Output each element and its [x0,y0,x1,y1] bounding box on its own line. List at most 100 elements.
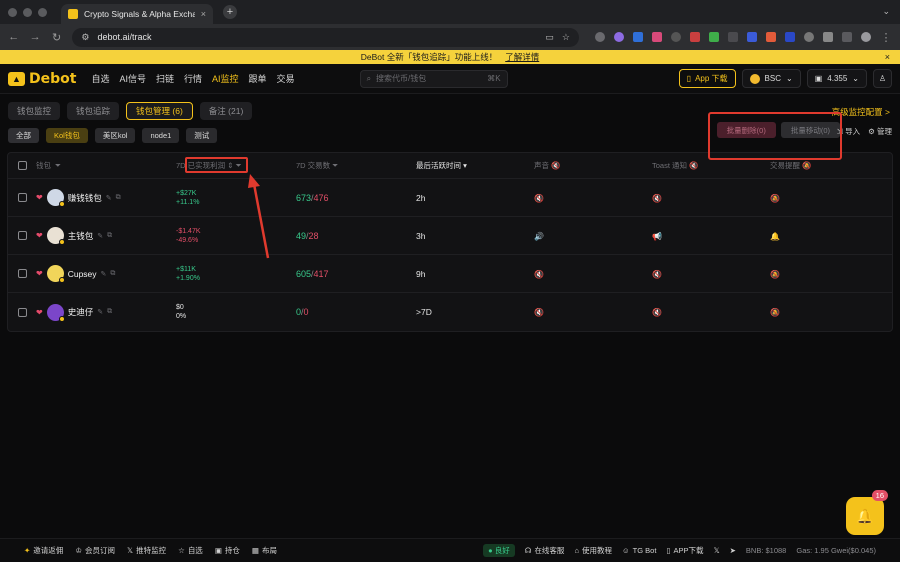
heart-icon[interactable]: ❤ [36,308,43,317]
row-checkbox[interactable] [17,307,27,317]
forward-arrow-icon[interactable]: → [29,31,41,43]
wallet-balance-button[interactable]: ▣ 4.355 ⌄ [806,69,867,88]
extension-icon[interactable] [671,32,681,42]
edit-icon[interactable]: ✎ [97,232,103,240]
nav-item-ai-signals[interactable]: AI信号 [119,72,146,85]
extension-icon[interactable] [766,32,776,42]
debot-logo[interactable]: ▲ Debot [8,71,76,87]
tab-search-chevron-icon[interactable]: ⌄ [882,6,890,17]
announcement-link[interactable]: 了解详情 [505,51,539,63]
footer-invite[interactable]: ✦ 邀请返佣 [24,545,63,556]
table-row[interactable]: ❤ 赚钱钱包 ✎ ⧉ +$27K +11.1% 673/476 2h 🔇 🔇 🔕 [8,179,892,217]
mute-icon[interactable]: 🔇 [534,308,544,317]
footer-app-download[interactable]: ▯ APP下载 [666,545,703,556]
extension-icon[interactable] [747,32,757,42]
extension-icon[interactable] [709,32,719,42]
megaphone-icon[interactable]: 📢 [652,232,662,241]
wallet-cell[interactable]: ❤ 赚钱钱包 ✎ ⧉ [36,189,176,207]
table-row[interactable]: ❤ Cupsey ✎ ⧉ +$11K +1.90% 605/417 9h 🔇 🔇… [8,255,892,293]
edit-icon[interactable]: ✎ [97,308,103,316]
footer-tg-bot[interactable]: ☺ TG Bot [622,546,656,555]
mute-icon[interactable]: 🔇 [652,270,662,279]
copy-icon[interactable]: ⧉ [107,232,112,240]
nav-item-ai-monitor[interactable]: AI监控 [212,72,239,85]
nav-item-favorites[interactable]: 自选 [91,72,109,85]
chain-selector[interactable]: BSC ⌄ [741,69,801,88]
profile-avatar[interactable] [861,32,871,42]
address-bar[interactable]: ⚙ debot.ai/track ▭ ☆ [72,27,579,47]
bookmark-star-icon[interactable]: ☆ [562,32,570,43]
table-row[interactable]: ❤ 史迪仔 ✎ ⧉ $0 0% 0/0 >7D 🔇 🔇 🔕 [8,293,892,331]
nav-item-copytrade[interactable]: 跟单 [249,72,267,85]
wallet-name[interactable]: 赚钱钱包 [68,192,102,204]
bell-off-icon[interactable]: 🔕 [770,270,780,279]
wallet-cell[interactable]: ❤ Cupsey ✎ ⧉ [36,265,176,283]
heart-icon[interactable]: ❤ [36,231,43,240]
mute-icon[interactable]: 🔇 [652,308,662,317]
row-checkbox[interactable] [17,269,27,278]
select-all-checkbox[interactable] [17,161,27,170]
copy-icon[interactable]: ⧉ [110,270,115,278]
extension-icon[interactable] [614,32,624,42]
mute-icon[interactable]: 🔇 [551,161,560,170]
nav-item-trade[interactable]: 交易 [277,72,295,85]
copy-icon[interactable]: ⧉ [107,308,112,316]
browser-tab[interactable]: Crypto Signals & Alpha Exchange × [61,4,213,24]
tab-close-icon[interactable]: × [201,9,206,19]
row-checkbox[interactable] [17,231,27,240]
footer-membership[interactable]: ♔ 会员订阅 [75,545,115,556]
footer-positions[interactable]: ▣ 持仓 [215,545,240,556]
edit-icon[interactable]: ✎ [106,194,112,202]
footer-twitter-monitor[interactable]: 𝕏 推特监控 [127,545,166,556]
app-download-button[interactable]: ▯ App 下载 [678,69,736,88]
user-button[interactable]: ♙ [873,69,892,88]
mute-icon[interactable]: 🔇 [534,270,544,279]
group-chip-kol[interactable]: Kol钱包 [46,127,88,143]
wallet-name[interactable]: 主钱包 [68,230,94,242]
extensions-puzzle-icon[interactable] [823,32,833,42]
tab-wallet-manage[interactable]: 钱包管理 (6) [126,102,193,120]
back-arrow-icon[interactable]: ← [8,31,19,43]
heart-icon[interactable]: ❤ [36,269,43,278]
window-controls[interactable] [8,7,47,17]
mute-icon[interactable]: 🔇 [534,194,544,203]
row-checkbox[interactable] [17,193,27,202]
footer-favorites[interactable]: ☆ 自选 [178,545,203,556]
wallet-name[interactable]: Cupsey [68,269,97,279]
wallet-cell[interactable]: ❤ 史迪仔 ✎ ⧉ [36,303,176,322]
bell-off-icon[interactable]: 🔕 [770,308,780,317]
footer-support[interactable]: ☊ 在线客服 [525,545,565,556]
filter-icon[interactable]: ⏷ [55,161,61,171]
bell-off-icon[interactable]: 🔕 [770,194,780,203]
browser-menu-icon[interactable]: ⋮ [880,31,892,44]
tab-wallet-monitor[interactable]: 钱包监控 [8,102,61,120]
wallet-name[interactable]: 史迪仔 [68,306,94,318]
extension-icon[interactable] [785,32,795,42]
sort-down-icon[interactable]: ▾ [463,161,467,170]
site-info-icon[interactable]: ⚙ [81,32,89,43]
extension-icon[interactable] [804,32,814,42]
announcement-close-icon[interactable]: × [885,52,890,62]
group-chip-us-kol[interactable]: 美区kol [94,127,136,143]
extension-icon[interactable] [595,32,605,42]
col-last-active[interactable]: 最后活跃时间 ▾ [416,160,534,171]
edit-icon[interactable]: ✎ [101,270,107,278]
mute-icon[interactable]: 🔇 [652,194,662,203]
copy-icon[interactable]: ⧉ [116,194,121,202]
wallet-cell[interactable]: ❤ 主钱包 ✎ ⧉ [36,227,176,245]
tab-wallet-tracking[interactable]: 钱包追踪 [67,102,120,120]
search-input[interactable]: ⌕ 搜索代币/钱包 ⌘K [359,69,508,88]
new-tab-button[interactable]: + [223,5,237,19]
nav-item-scan[interactable]: 扫链 [156,72,174,85]
footer-tutorial[interactable]: ⌂ 使用教程 [574,545,612,556]
reload-icon[interactable]: ↻ [51,31,62,44]
extension-icon[interactable] [633,32,643,42]
extension-icon[interactable] [690,32,700,42]
footer-layout[interactable]: ▦ 布局 [252,545,277,556]
table-row[interactable]: ❤ 主钱包 ✎ ⧉ -$1.47K -49.6% 49/28 3h 🔊 📢 🔔 [8,217,892,255]
mute-icon[interactable]: 🔇 [689,161,698,170]
bell-icon[interactable]: 🔔 [770,232,780,241]
group-chip-test[interactable]: 测试 [186,127,218,143]
tab-notes[interactable]: 备注 (21) [199,102,253,120]
extension-icon[interactable] [728,32,738,42]
